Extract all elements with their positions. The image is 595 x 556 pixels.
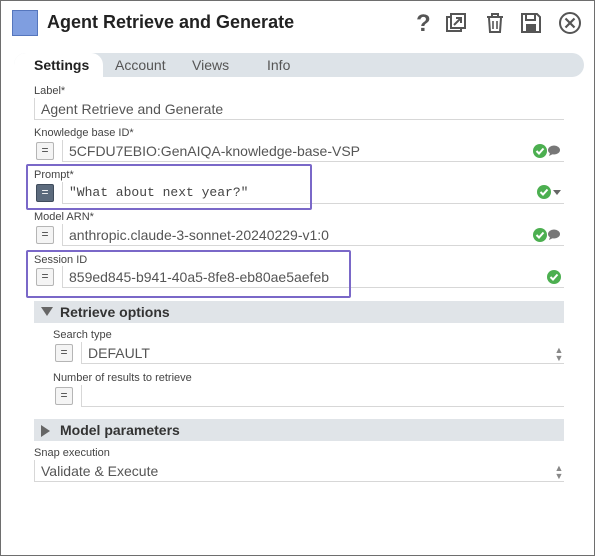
kb-status xyxy=(533,144,561,158)
search-type-select[interactable]: DEFAULT xyxy=(81,342,564,364)
save-icon xyxy=(521,13,541,33)
retrieve-options-section[interactable]: Retrieve options xyxy=(34,301,564,323)
help-button[interactable]: ? xyxy=(409,9,437,37)
expand-triangle-icon xyxy=(41,425,50,437)
snap-execution-label: Snap execution xyxy=(34,447,110,459)
collapse-triangle-icon xyxy=(41,307,53,316)
num-results-label: Number of results to retrieve xyxy=(53,372,192,384)
prompt-status xyxy=(537,185,563,199)
comment-icon[interactable] xyxy=(547,145,561,157)
label-input[interactable]: Agent Retrieve and Generate xyxy=(34,98,564,120)
tab-account[interactable]: Account xyxy=(115,53,166,77)
close-button[interactable] xyxy=(556,9,584,37)
search-type-expression-toggle[interactable]: = xyxy=(55,344,73,362)
model-status xyxy=(533,228,561,242)
svg-text:?: ? xyxy=(416,11,431,35)
export-icon xyxy=(446,13,466,32)
label-field-label: Label* xyxy=(34,85,66,97)
export-button[interactable] xyxy=(442,9,470,37)
tab-views[interactable]: Views xyxy=(192,53,229,77)
model-parameters-title: Model parameters xyxy=(60,422,180,438)
kb-id-input[interactable]: 5CFDU7EBIO:GenAIQA-knowledge-base-VSP xyxy=(62,140,564,162)
check-icon xyxy=(537,185,551,199)
select-arrows-icon: ▲ ▼ xyxy=(554,463,564,481)
help-icon: ? xyxy=(416,11,431,35)
check-icon xyxy=(533,228,547,242)
kb-field-label: Knowledge base ID* xyxy=(34,127,134,139)
model-field-label: Model ARN* xyxy=(34,211,94,223)
select-arrows-icon: ▲ ▼ xyxy=(554,345,564,363)
dropdown-arrow-icon[interactable] xyxy=(551,187,563,197)
comment-icon[interactable] xyxy=(547,229,561,241)
close-icon xyxy=(559,12,581,34)
num-results-expression-toggle[interactable]: = xyxy=(55,387,73,405)
prompt-highlight xyxy=(26,164,312,210)
retrieve-options-title: Retrieve options xyxy=(60,304,170,320)
model-parameters-section[interactable]: Model parameters xyxy=(34,419,564,441)
session-highlight xyxy=(26,250,351,298)
dialog-title: Agent Retrieve and Generate xyxy=(47,12,295,32)
save-button[interactable] xyxy=(517,9,545,37)
model-expression-toggle[interactable]: = xyxy=(36,226,54,244)
kb-expression-toggle[interactable]: = xyxy=(36,142,54,160)
settings-dialog: Agent Retrieve and Generate ? Settings A… xyxy=(0,0,595,556)
snap-execution-select[interactable]: Validate & Execute xyxy=(34,460,564,482)
delete-button[interactable] xyxy=(481,9,509,37)
check-icon xyxy=(533,144,547,158)
num-results-input[interactable] xyxy=(81,385,564,407)
session-status xyxy=(547,270,561,284)
check-icon xyxy=(547,270,561,284)
tab-bar: Settings Account Views Info xyxy=(14,53,584,77)
snap-icon xyxy=(12,10,38,36)
tab-info[interactable]: Info xyxy=(267,53,290,77)
search-type-label: Search type xyxy=(53,329,112,341)
tab-settings[interactable]: Settings xyxy=(14,53,104,77)
trash-icon xyxy=(487,13,503,33)
model-arn-input[interactable]: anthropic.claude-3-sonnet-20240229-v1:0 xyxy=(62,224,564,246)
